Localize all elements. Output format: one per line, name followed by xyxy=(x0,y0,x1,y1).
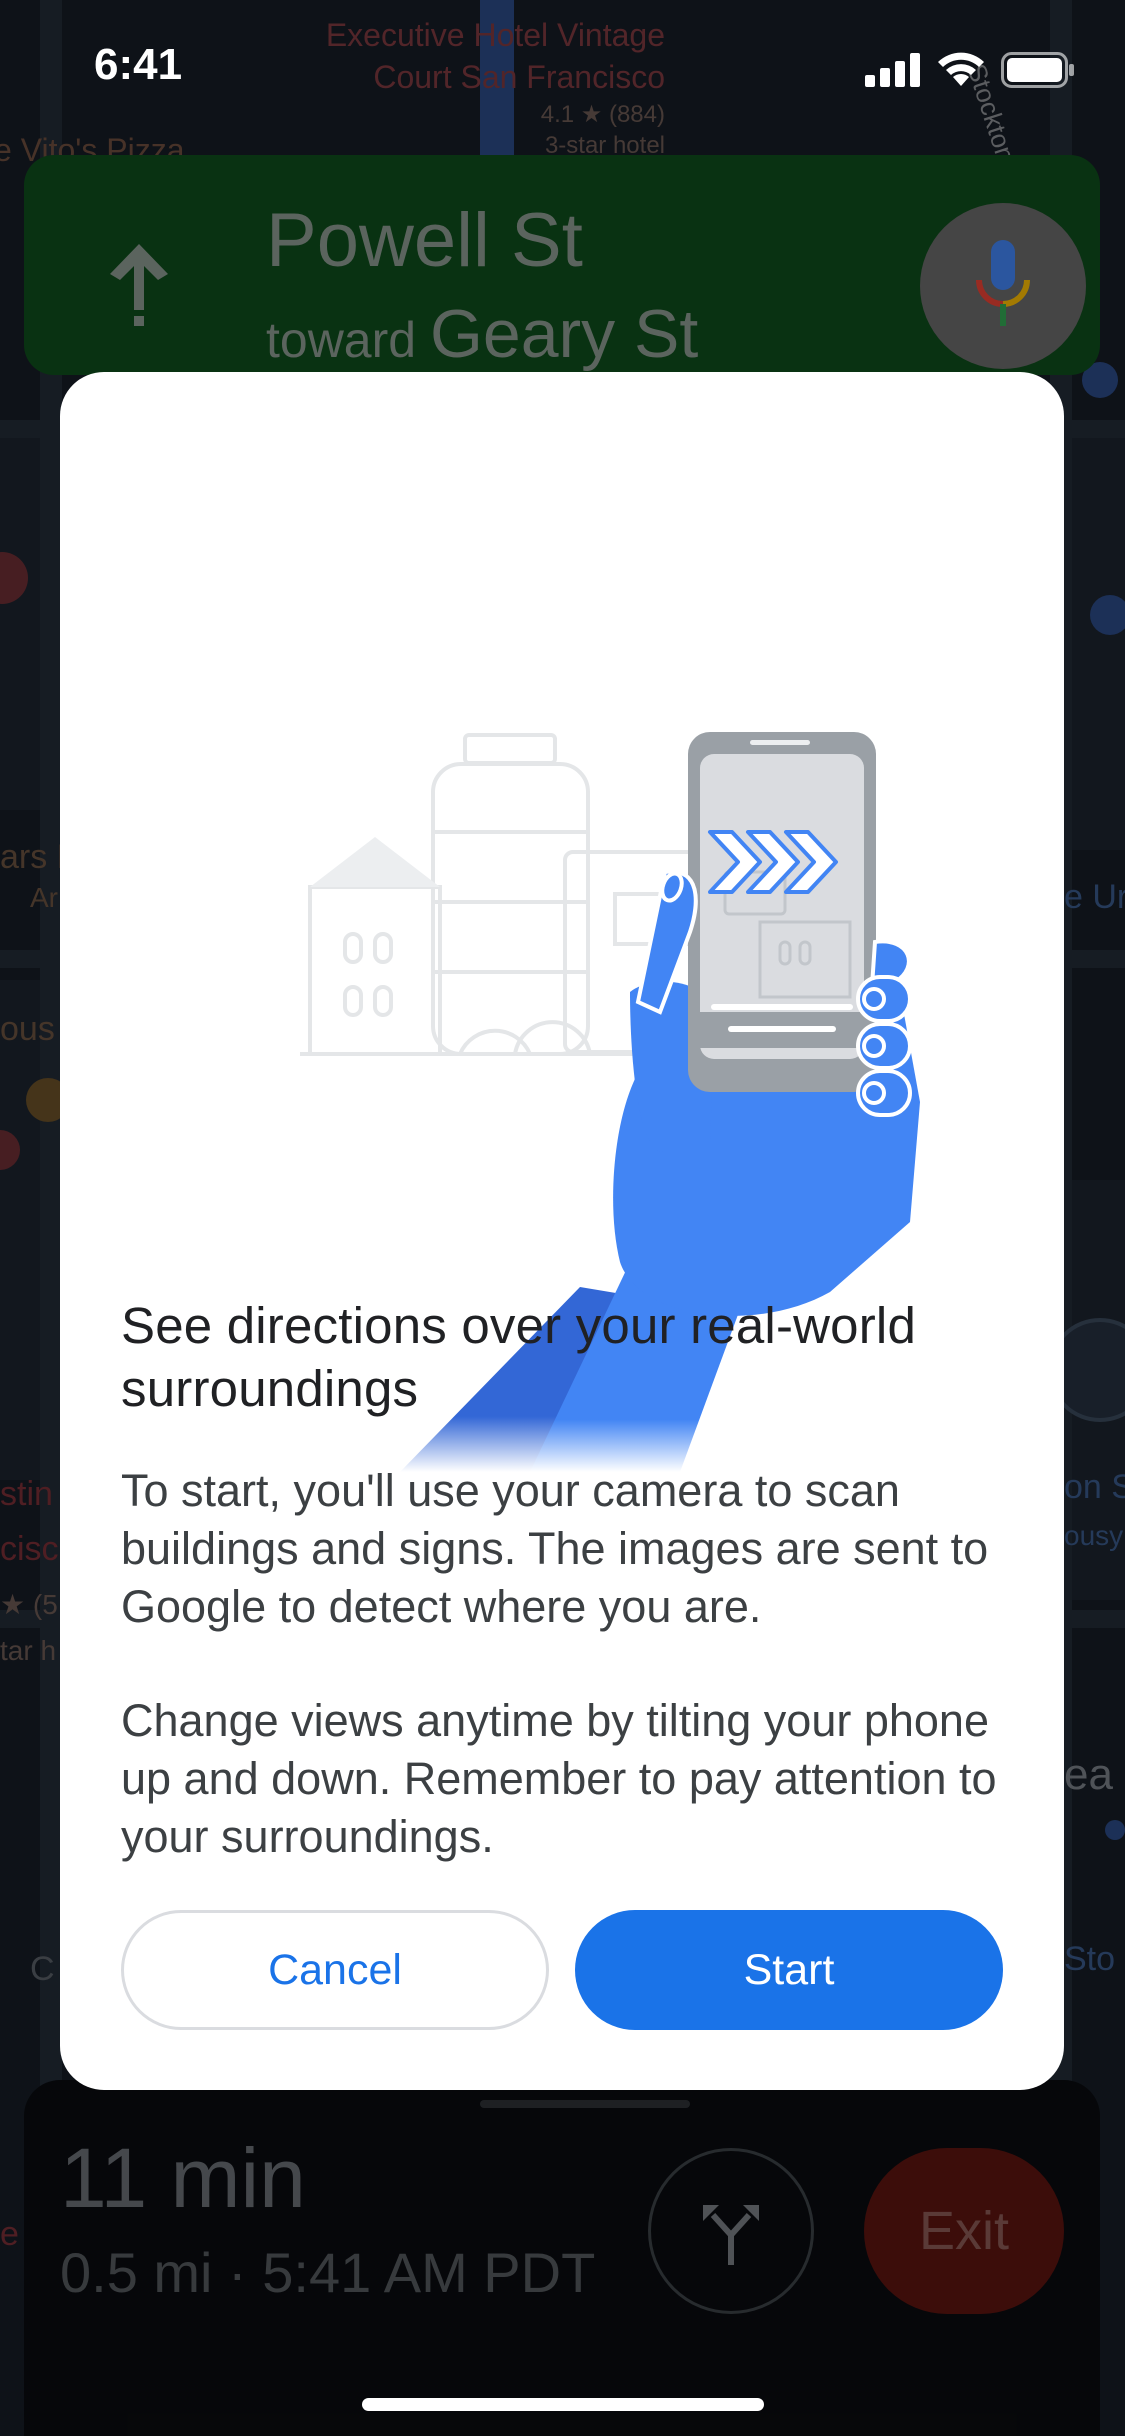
live-view-intro-dialog: See directions over your real-world surr… xyxy=(60,372,1064,2090)
cellular-signal-icon xyxy=(865,53,920,87)
cancel-button[interactable]: Cancel xyxy=(121,1910,549,2030)
wifi-icon xyxy=(938,52,984,86)
status-icons xyxy=(865,52,1075,88)
status-bar: 6:41 xyxy=(0,0,1125,140)
status-time: 6:41 xyxy=(94,40,183,89)
home-indicator[interactable] xyxy=(362,2398,764,2411)
battery-icon xyxy=(1001,52,1074,88)
dialog-body-text: To start, you'll use your camera to scan… xyxy=(121,1465,989,1632)
dialog-title: See directions over your real-world surr… xyxy=(121,1297,917,1417)
dialog-body-text: Change views anytime by tilting your pho… xyxy=(121,1695,997,1862)
start-button[interactable]: Start xyxy=(575,1910,1003,2030)
